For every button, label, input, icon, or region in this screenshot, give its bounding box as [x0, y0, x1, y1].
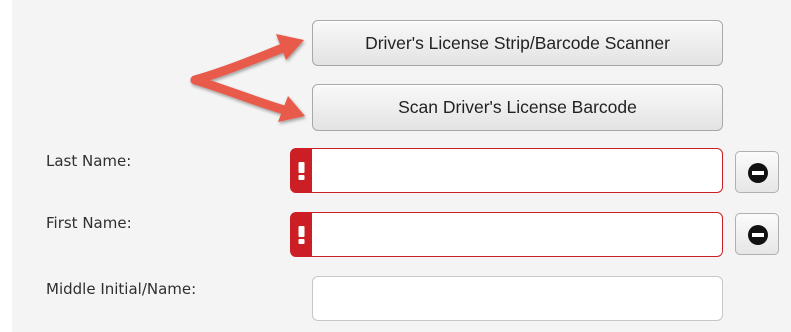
first-name-field[interactable]	[290, 212, 723, 257]
middle-name-label: Middle Initial/Name:	[46, 280, 197, 298]
scan-barcode-button[interactable]: Scan Driver's License Barcode	[312, 84, 723, 131]
last-name-field[interactable]	[290, 148, 723, 193]
middle-name-input[interactable]	[321, 279, 716, 318]
remove-last-name-button[interactable]	[735, 151, 779, 193]
middle-name-field[interactable]	[312, 276, 723, 321]
exclamation-icon	[298, 162, 305, 180]
first-name-input[interactable]	[313, 215, 718, 254]
minus-circle-icon	[748, 163, 768, 183]
license-scanner-button[interactable]: Driver's License Strip/Barcode Scanner	[312, 20, 723, 66]
last-name-input[interactable]	[313, 151, 718, 190]
first-name-label: First Name:	[46, 214, 132, 232]
remove-first-name-button[interactable]	[735, 213, 779, 255]
exclamation-icon	[298, 226, 305, 244]
error-flag	[291, 213, 312, 256]
minus-circle-icon	[748, 225, 768, 245]
last-name-label: Last Name:	[46, 152, 132, 170]
error-flag	[291, 149, 312, 192]
